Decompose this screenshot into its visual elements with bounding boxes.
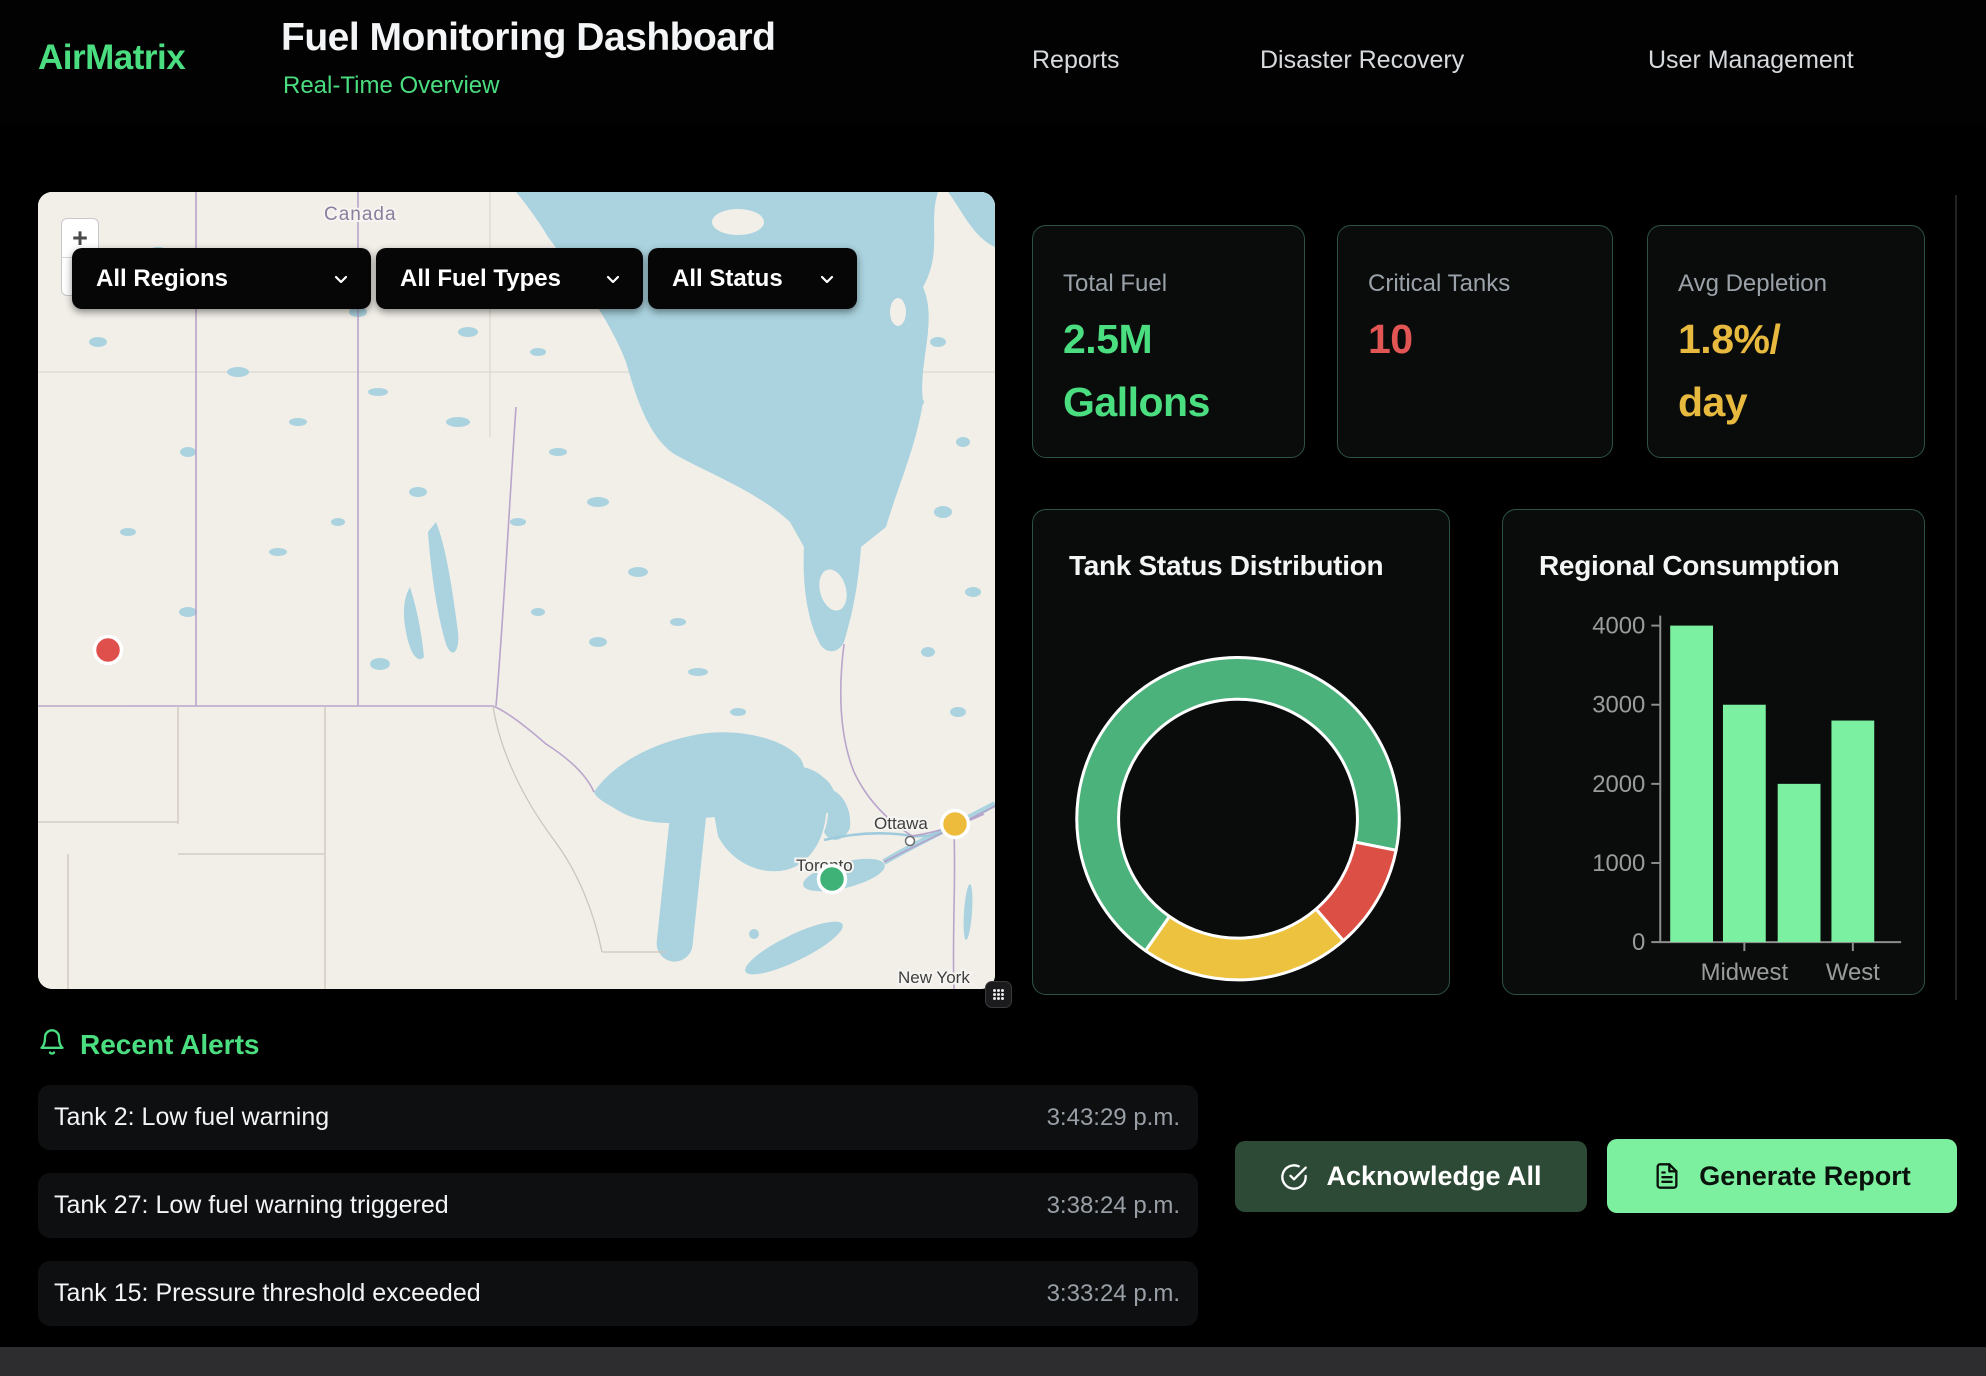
map-label-canada: Canada [324, 204, 397, 225]
status-filter-value: All Status [672, 265, 783, 293]
ottawa-town-dot [906, 837, 915, 846]
tank-map[interactable]: Canada Ottawa Toronto New York + − All R… [38, 192, 995, 989]
tank-status-distribution-card: Tank Status Distribution [1032, 509, 1450, 995]
map-marker-critical[interactable] [95, 637, 122, 664]
chevron-down-icon [817, 269, 837, 289]
kpi-label: Critical Tanks [1368, 270, 1510, 298]
alert-time: 3:43:29 p.m. [1047, 1104, 1180, 1132]
map-marker-normal[interactable] [819, 866, 846, 893]
alert-row[interactable]: Tank 27: Low fuel warning triggered 3:38… [38, 1173, 1198, 1238]
y-tick-label: 0 [1632, 929, 1645, 956]
region-filter-dropdown[interactable]: All Regions [72, 248, 371, 309]
acknowledge-all-label: Acknowledge All [1326, 1161, 1541, 1192]
drag-handle-icon[interactable] [985, 981, 1012, 1008]
fuel-monitoring-dashboard: { "header": { "brand": "AirMatrix", "tit… [0, 0, 1986, 1376]
check-circle-icon [1280, 1163, 1308, 1191]
bottom-scrollbar[interactable] [0, 1347, 1986, 1376]
map-marker-warning[interactable] [942, 811, 969, 838]
kpi-label: Avg Depletion [1678, 270, 1827, 298]
bar-chart: 0 1000 2000 3000 4000 Midwest West [1503, 510, 1924, 994]
kpi-value: 10 [1368, 308, 1413, 371]
kpi-label: Total Fuel [1063, 270, 1167, 298]
alert-time: 3:38:24 p.m. [1047, 1192, 1180, 1220]
map-canvas: Canada Ottawa Toronto New York [38, 192, 995, 989]
y-tick-label: 4000 [1592, 613, 1645, 640]
page-subtitle: Real-Time Overview [283, 72, 499, 100]
alert-time: 3:33:24 p.m. [1047, 1280, 1180, 1308]
donut-chart [1033, 510, 1449, 994]
map-label-new-york: New York [898, 968, 970, 987]
kpi-critical-tanks: Critical Tanks 10 [1337, 225, 1613, 458]
alert-message: Tank 15: Pressure threshold exceeded [54, 1279, 481, 1308]
recent-alerts-title: Recent Alerts [80, 1029, 259, 1061]
bar-west [1831, 721, 1874, 943]
alert-message: Tank 27: Low fuel warning triggered [54, 1191, 449, 1220]
nav-disaster-recovery[interactable]: Disaster Recovery [1260, 46, 1464, 75]
y-tick-label: 2000 [1592, 771, 1645, 798]
x-tick-label: Midwest [1701, 959, 1789, 986]
generate-report-label: Generate Report [1699, 1161, 1911, 1192]
x-tick-label: West [1826, 959, 1880, 986]
bar-region-1 [1670, 626, 1713, 942]
bar-region-3 [1778, 784, 1821, 942]
map-label-ottawa: Ottawa [874, 814, 928, 833]
generate-report-button[interactable]: Generate Report [1607, 1139, 1957, 1213]
region-filter-value: All Regions [96, 265, 228, 293]
kpi-total-fuel: Total Fuel 2.5MGallons [1032, 225, 1305, 458]
nav-reports[interactable]: Reports [1032, 46, 1120, 75]
kpi-value: 2.5MGallons [1063, 308, 1210, 434]
bell-icon [38, 1028, 66, 1056]
acknowledge-all-button[interactable]: Acknowledge All [1235, 1141, 1587, 1212]
donut-segment-warning [1146, 909, 1344, 980]
file-text-icon [1653, 1162, 1681, 1190]
page-title: Fuel Monitoring Dashboard [281, 16, 775, 60]
app-header: AirMatrix Fuel Monitoring Dashboard Real… [0, 0, 1986, 125]
bar-midwest [1723, 705, 1766, 942]
chevron-down-icon [603, 269, 623, 289]
kpi-value: 1.8%/day [1678, 308, 1780, 434]
alert-message: Tank 2: Low fuel warning [54, 1103, 329, 1132]
panel-scrollbar[interactable] [1955, 195, 1957, 1000]
regional-consumption-card: Regional Consumption 01000200030004000Mi… [1502, 509, 1925, 995]
brand-logo[interactable]: AirMatrix [38, 38, 185, 78]
nav-user-management[interactable]: User Management [1648, 46, 1854, 75]
status-filter-dropdown[interactable]: All Status [648, 248, 857, 309]
y-tick-label: 3000 [1592, 692, 1645, 719]
fuel-type-filter-value: All Fuel Types [400, 265, 561, 293]
alert-row[interactable]: Tank 15: Pressure threshold exceeded 3:3… [38, 1261, 1198, 1326]
chevron-down-icon [331, 269, 351, 289]
fuel-type-filter-dropdown[interactable]: All Fuel Types [376, 248, 643, 309]
alert-row[interactable]: Tank 2: Low fuel warning 3:43:29 p.m. [38, 1085, 1198, 1150]
kpi-avg-depletion: Avg Depletion 1.8%/day [1647, 225, 1925, 458]
y-tick-label: 1000 [1592, 850, 1645, 877]
